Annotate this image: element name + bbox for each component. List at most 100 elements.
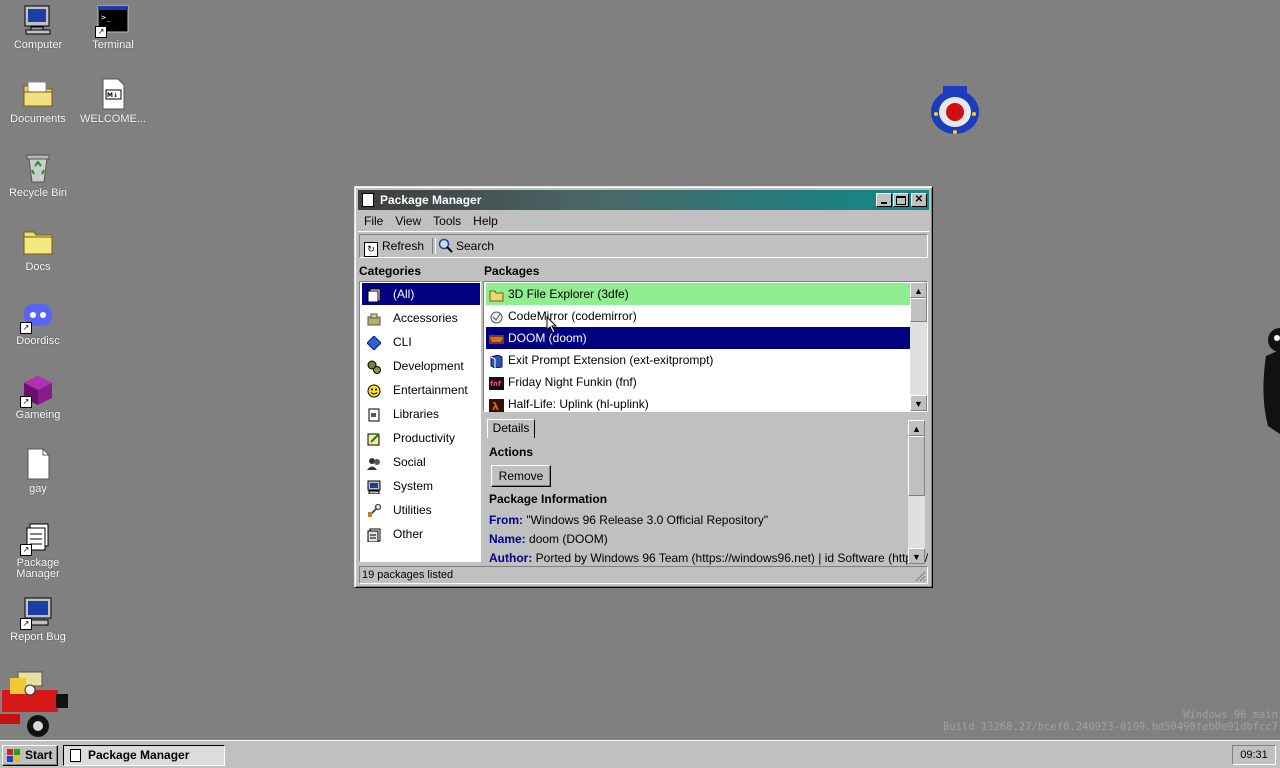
package-row-3dfe[interactable]: 3D File Explorer (3dfe) [486, 283, 910, 305]
resize-grip-icon[interactable] [914, 570, 926, 582]
folder-icon [22, 226, 54, 258]
svg-text:fnf: fnf [490, 380, 502, 388]
scroll-thumb[interactable] [910, 298, 927, 322]
other-icon [367, 527, 381, 543]
category-all[interactable]: (All) [362, 283, 480, 305]
close-icon: ✕ [914, 194, 924, 205]
markdown-file-icon: M↓ [97, 78, 129, 110]
desktop-icon-label: Gameing [15, 409, 61, 421]
category-libraries[interactable]: Libraries [362, 403, 480, 425]
start-button[interactable]: Start [2, 745, 58, 766]
category-label: Productivity [393, 431, 456, 445]
packages-list: 3D File Explorer (3dfe) CodeMirror (code… [483, 281, 928, 412]
package-row-hl-uplink[interactable]: λ Half-Life: Uplink (hl-uplink) [486, 393, 910, 412]
package-label: Friday Night Funkin (fnf) [508, 375, 637, 389]
category-cli[interactable]: CLI [362, 331, 480, 353]
taskbar-item-package-manager[interactable]: Package Manager [63, 745, 225, 766]
desktop-icon-label: WELCOME... [79, 113, 146, 125]
svg-text:>_: >_ [101, 13, 111, 22]
remove-button[interactable]: Remove [491, 465, 551, 487]
desktop-icon-docs[interactable]: Docs [0, 226, 76, 273]
window-title: Package Manager [380, 193, 482, 207]
scroll-down-button[interactable]: ▼ [910, 395, 927, 411]
productivity-icon [367, 431, 381, 446]
category-social[interactable]: Social [362, 451, 480, 473]
scroll-up-button[interactable]: ▲ [908, 420, 925, 436]
name-value: doom (DOOM) [529, 532, 608, 546]
category-accessories[interactable]: Accessories [362, 307, 480, 329]
taskbar: Start Package Manager 09:31 [0, 740, 1280, 768]
game-cube-icon: ↗ [20, 374, 54, 408]
menu-help[interactable]: Help [467, 211, 504, 231]
scroll-up-button[interactable]: ▲ [910, 282, 927, 298]
blank-file-icon [22, 448, 54, 480]
desktop-icon-report-bug[interactable]: ↗ Report Bug [0, 596, 76, 643]
libraries-icon [367, 407, 381, 422]
author-label: Author: [489, 551, 533, 565]
package-row-ext-exitprompt[interactable]: Exit Prompt Extension (ext-exitprompt) [486, 349, 910, 371]
details-panel: Actions Remove Package Information From:… [483, 420, 928, 565]
refresh-button[interactable]: ↻ Refresh [364, 238, 424, 257]
category-entertainment[interactable]: Entertainment [362, 379, 480, 401]
package-row-fnf[interactable]: fnf Friday Night Funkin (fnf) [486, 371, 910, 393]
category-other[interactable]: Other [362, 523, 480, 545]
title-bar[interactable]: Package Manager ✕ [358, 190, 929, 210]
desktop-icon-label: Docs [25, 261, 51, 273]
category-productivity[interactable]: Productivity [362, 427, 480, 449]
desktop-icon-computer[interactable]: Computer [0, 4, 76, 51]
system-tray-clock[interactable]: 09:31 [1232, 745, 1276, 765]
search-icon [438, 238, 453, 257]
package-manager-icon: ↗ [20, 522, 54, 556]
toolbar: ↻ Refresh Search [359, 234, 928, 258]
maximize-icon [896, 196, 906, 205]
menu-bar: File View Tools Help [358, 211, 929, 232]
tab-details[interactable]: Details [487, 419, 535, 438]
shortcut-arrow-icon: ↗ [95, 26, 107, 38]
scroll-down-button[interactable]: ▼ [908, 548, 925, 564]
lego-car-sprite[interactable] [0, 668, 72, 740]
extension-icon [489, 353, 504, 369]
packages-scrollbar[interactable]: ▲ ▼ [910, 282, 927, 411]
desktop-icon-documents[interactable]: Documents [0, 78, 76, 125]
recycle-bin-icon [22, 152, 54, 184]
minimize-button[interactable] [876, 193, 892, 207]
search-label: Search [456, 239, 495, 253]
desktop-icon-welcome[interactable]: M↓ WELCOME... [75, 78, 151, 125]
social-icon [367, 455, 381, 470]
menu-file[interactable]: File [358, 211, 389, 231]
entertainment-icon [367, 383, 381, 398]
lego-logo-sprite[interactable] [928, 84, 982, 136]
desktop-icon-label: Package Manager [16, 557, 60, 580]
menu-tools[interactable]: Tools [427, 211, 467, 231]
desktop-icon-package-manager[interactable]: ↗ Package Manager [0, 522, 76, 580]
packages-heading: Packages [484, 264, 540, 278]
desktop-icon-recycle-bin[interactable]: Recycle Bin [0, 152, 76, 199]
package-manager-window: Package Manager ✕ File View Tools Help ↻ Ref… [354, 186, 933, 588]
fnf-icon: fnf [489, 375, 504, 390]
category-label: Development [393, 359, 464, 373]
maximize-button[interactable] [893, 193, 909, 207]
desktop-icon-label: Computer [13, 39, 63, 51]
watermark-line-1: Windows 96 main [1183, 709, 1278, 721]
category-utilities[interactable]: Utilities [362, 499, 480, 521]
desktop-icon-doordisc[interactable]: ↗ Doordisc [0, 300, 76, 347]
taskbar-item-label: Package Manager [88, 748, 190, 762]
desktop-icon-gameing[interactable]: ↗ Gameing [0, 374, 76, 421]
codemirror-icon [489, 309, 504, 324]
terminal-icon: >_ ↗ [95, 4, 129, 38]
desktop-icon-gay[interactable]: gay [0, 448, 76, 495]
search-button[interactable]: Search [438, 238, 494, 256]
desktop-icon-terminal[interactable]: >_ ↗ Terminal [75, 4, 151, 51]
menu-view[interactable]: View [389, 211, 427, 231]
desktop-icon-label: Documents [10, 113, 66, 125]
minimize-icon [881, 202, 887, 204]
start-label: Start [25, 748, 53, 762]
category-system[interactable]: System [362, 475, 480, 497]
details-scrollbar[interactable]: ▲ ▼ [908, 420, 925, 564]
close-button[interactable]: ✕ [911, 193, 927, 207]
category-label: CLI [393, 335, 412, 349]
penguin-sprite[interactable] [1260, 326, 1280, 438]
category-development[interactable]: Development [362, 355, 480, 377]
category-label: Accessories [393, 311, 458, 325]
scroll-thumb[interactable] [908, 436, 925, 496]
